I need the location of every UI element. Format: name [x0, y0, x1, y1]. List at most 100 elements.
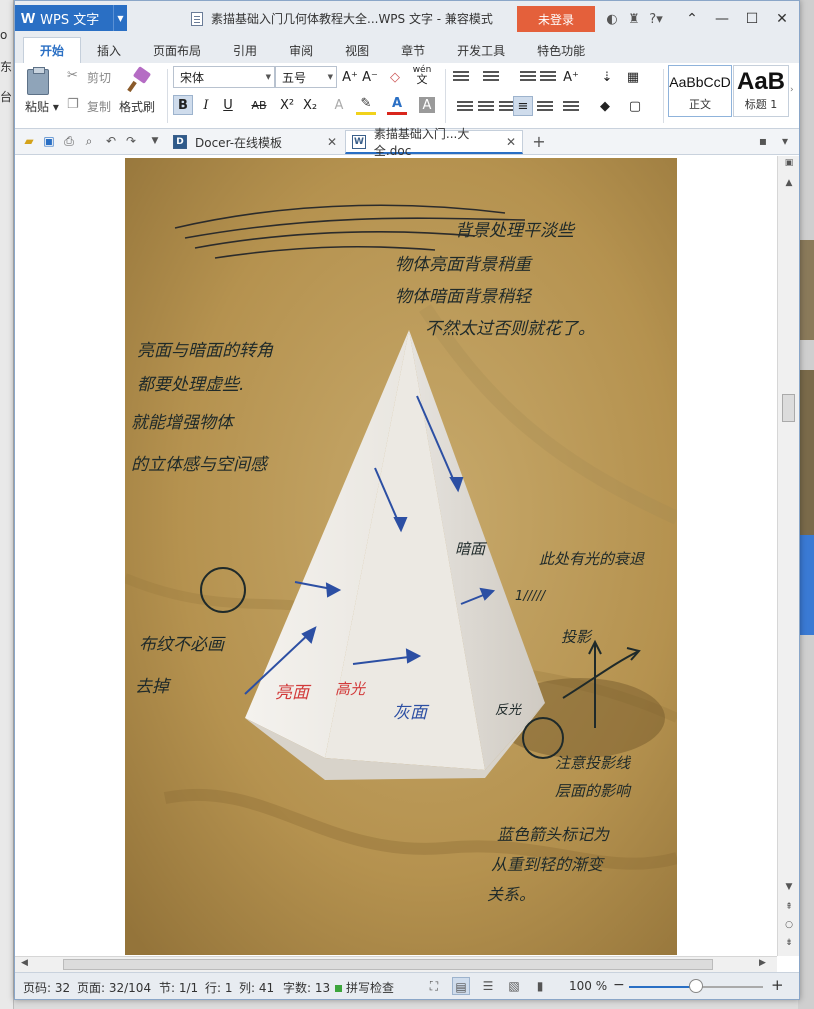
- redo-icon[interactable]: ↷: [123, 134, 139, 149]
- vertical-scroll-thumb[interactable]: [782, 394, 795, 422]
- doc-tab-docer[interactable]: D Docer-在线模板 ✕: [167, 130, 343, 154]
- doc-map-icon[interactable]: ▣: [782, 158, 796, 168]
- save-icon[interactable]: ▣: [41, 134, 57, 149]
- sort-icon[interactable]: ⇣: [597, 67, 617, 87]
- scroll-up-icon[interactable]: ▲: [782, 178, 796, 188]
- format-painter-icon[interactable]: [127, 69, 149, 93]
- tab-insert[interactable]: 插入: [81, 37, 137, 63]
- subscript-button[interactable]: X₂: [300, 95, 320, 115]
- paste-icon[interactable]: [27, 67, 49, 95]
- clear-format-icon[interactable]: ◇: [385, 67, 405, 87]
- align-center-icon[interactable]: [478, 101, 494, 113]
- web-view-icon[interactable]: ▧: [505, 977, 523, 995]
- numbered-list-icon[interactable]: [483, 71, 499, 83]
- app-menu-button[interactable]: W WPS 文字 ▼: [15, 5, 127, 31]
- cut-button[interactable]: 剪切: [87, 69, 111, 86]
- new-tab-icon[interactable]: +: [531, 134, 547, 150]
- superscript-button[interactable]: X²: [277, 95, 297, 115]
- page-count[interactable]: 页面: 32/104: [77, 979, 151, 996]
- format-painter-button[interactable]: 格式刷: [119, 98, 155, 115]
- increase-indent-icon[interactable]: [540, 71, 556, 83]
- horizontal-scroll-thumb[interactable]: [63, 959, 713, 970]
- page-view-icon[interactable]: ▤: [452, 977, 470, 995]
- bullet-list-icon[interactable]: [453, 71, 469, 83]
- cloud-icon[interactable]: ◐: [601, 12, 623, 27]
- tab-menu-icon[interactable]: ▾: [777, 134, 793, 149]
- tab-list-icon[interactable]: ▪: [755, 134, 771, 149]
- tab-special[interactable]: 特色功能: [521, 37, 601, 63]
- borders-icon[interactable]: ▢: [625, 96, 645, 116]
- open-icon[interactable]: ▰: [21, 134, 37, 149]
- zoom-level[interactable]: 100 %: [569, 979, 607, 993]
- spell-check-toggle[interactable]: 拼写检查: [335, 979, 394, 996]
- scroll-right-icon[interactable]: ▶: [759, 958, 766, 968]
- shading-icon[interactable]: ◆: [595, 96, 615, 116]
- distributed-icon[interactable]: [537, 101, 553, 113]
- print-preview-icon[interactable]: ⌕: [81, 134, 97, 149]
- next-page-icon[interactable]: ⇟: [782, 938, 796, 948]
- scroll-down-icon[interactable]: ▼: [782, 882, 796, 892]
- close-icon[interactable]: ✕: [767, 11, 797, 27]
- doc-tab-current[interactable]: W 素描基础入门...大全.doc ✕: [345, 127, 523, 158]
- reading-view-icon[interactable]: ▮: [531, 977, 549, 995]
- tab-section[interactable]: 章节: [385, 37, 441, 63]
- tab-developer[interactable]: 开发工具: [441, 37, 521, 63]
- copy-button[interactable]: 复制: [87, 98, 111, 115]
- align-left-icon[interactable]: [457, 101, 473, 113]
- browse-object-icon[interactable]: ○: [782, 920, 796, 930]
- zoom-out-icon[interactable]: −: [613, 977, 625, 993]
- document-area[interactable]: 背景处理平淡些 物体亮面背景稍重 物体暗面背景稍轻 不然太过否则就花了。 亮面与…: [15, 156, 777, 956]
- style-normal[interactable]: AaBbCcD 正文: [668, 65, 732, 117]
- strikethrough-button[interactable]: AB: [247, 95, 271, 115]
- underline-button[interactable]: U: [218, 95, 238, 115]
- full-screen-icon[interactable]: ⛶: [425, 977, 443, 995]
- font-size-select[interactable]: 五号 ▼: [275, 66, 337, 88]
- outline-view-icon[interactable]: ☰: [479, 977, 497, 995]
- grow-font-button[interactable]: A⁺: [340, 67, 360, 87]
- zoom-slider-knob[interactable]: [689, 979, 703, 993]
- shrink-font-button[interactable]: A⁻: [360, 67, 380, 87]
- copy-icon[interactable]: ❐: [67, 97, 79, 112]
- prev-page-icon[interactable]: ⇞: [782, 902, 796, 912]
- minimize-icon[interactable]: —: [707, 11, 737, 27]
- justify-icon[interactable]: ≡: [513, 96, 533, 116]
- zoom-in-icon[interactable]: +: [771, 976, 784, 994]
- highlight-icon[interactable]: ✎: [356, 95, 376, 115]
- tab-home[interactable]: 开始: [23, 37, 82, 63]
- maximize-icon[interactable]: ☐: [737, 11, 767, 27]
- word-count[interactable]: 字数: 13: [283, 979, 330, 996]
- customize-icon[interactable]: ▼: [147, 134, 163, 149]
- style-more-icon[interactable]: ›: [790, 85, 794, 95]
- print-icon[interactable]: ⎙: [61, 134, 77, 149]
- chevron-down-icon[interactable]: ▼: [113, 5, 127, 31]
- font-color-icon[interactable]: A: [387, 95, 407, 115]
- char-case-icon[interactable]: A⁺: [561, 67, 581, 87]
- text-effect-icon[interactable]: A: [329, 95, 349, 115]
- scroll-left-icon[interactable]: ◀: [21, 958, 28, 968]
- paste-button[interactable]: 粘贴 ▾: [25, 98, 59, 115]
- horizontal-scrollbar[interactable]: ◀ ▶: [15, 956, 777, 972]
- tab-page-layout[interactable]: 页面布局: [137, 37, 217, 63]
- undo-icon[interactable]: ↶: [103, 134, 119, 149]
- table-icon[interactable]: ▦: [623, 67, 643, 87]
- tab-references[interactable]: 引用: [217, 37, 273, 63]
- close-tab-icon[interactable]: ✕: [327, 135, 337, 149]
- scissors-icon[interactable]: ✂: [67, 68, 78, 83]
- tab-review[interactable]: 审阅: [273, 37, 329, 63]
- line-spacing-icon[interactable]: [563, 101, 579, 113]
- help-icon[interactable]: ?▾: [645, 12, 667, 27]
- style-heading-1[interactable]: AaB 标题 1: [733, 65, 789, 117]
- font-name-select[interactable]: 宋体 ▼: [173, 66, 275, 88]
- collapse-ribbon-icon[interactable]: ⌃: [677, 11, 707, 27]
- bold-button[interactable]: B: [173, 95, 193, 115]
- decrease-indent-icon[interactable]: [520, 71, 536, 83]
- login-button[interactable]: 未登录: [517, 6, 595, 32]
- italic-button[interactable]: I: [196, 95, 216, 115]
- vertical-scrollbar[interactable]: ▣ ▲ ▼ ⇞ ○ ⇟: [777, 156, 799, 956]
- shirt-icon[interactable]: ♜: [623, 12, 645, 27]
- tab-view[interactable]: 视图: [329, 37, 385, 63]
- phonetic-guide-button[interactable]: wén 文: [411, 65, 433, 86]
- ribbon-home: 粘贴 ▾ ✂ 剪切 ❐ 复制 格式刷 宋体 ▼ 五号 ▼ A⁺ A⁻ ◇ wén 文 …: [15, 63, 799, 129]
- char-shading-icon[interactable]: A: [419, 97, 435, 113]
- close-tab-icon[interactable]: ✕: [506, 135, 516, 149]
